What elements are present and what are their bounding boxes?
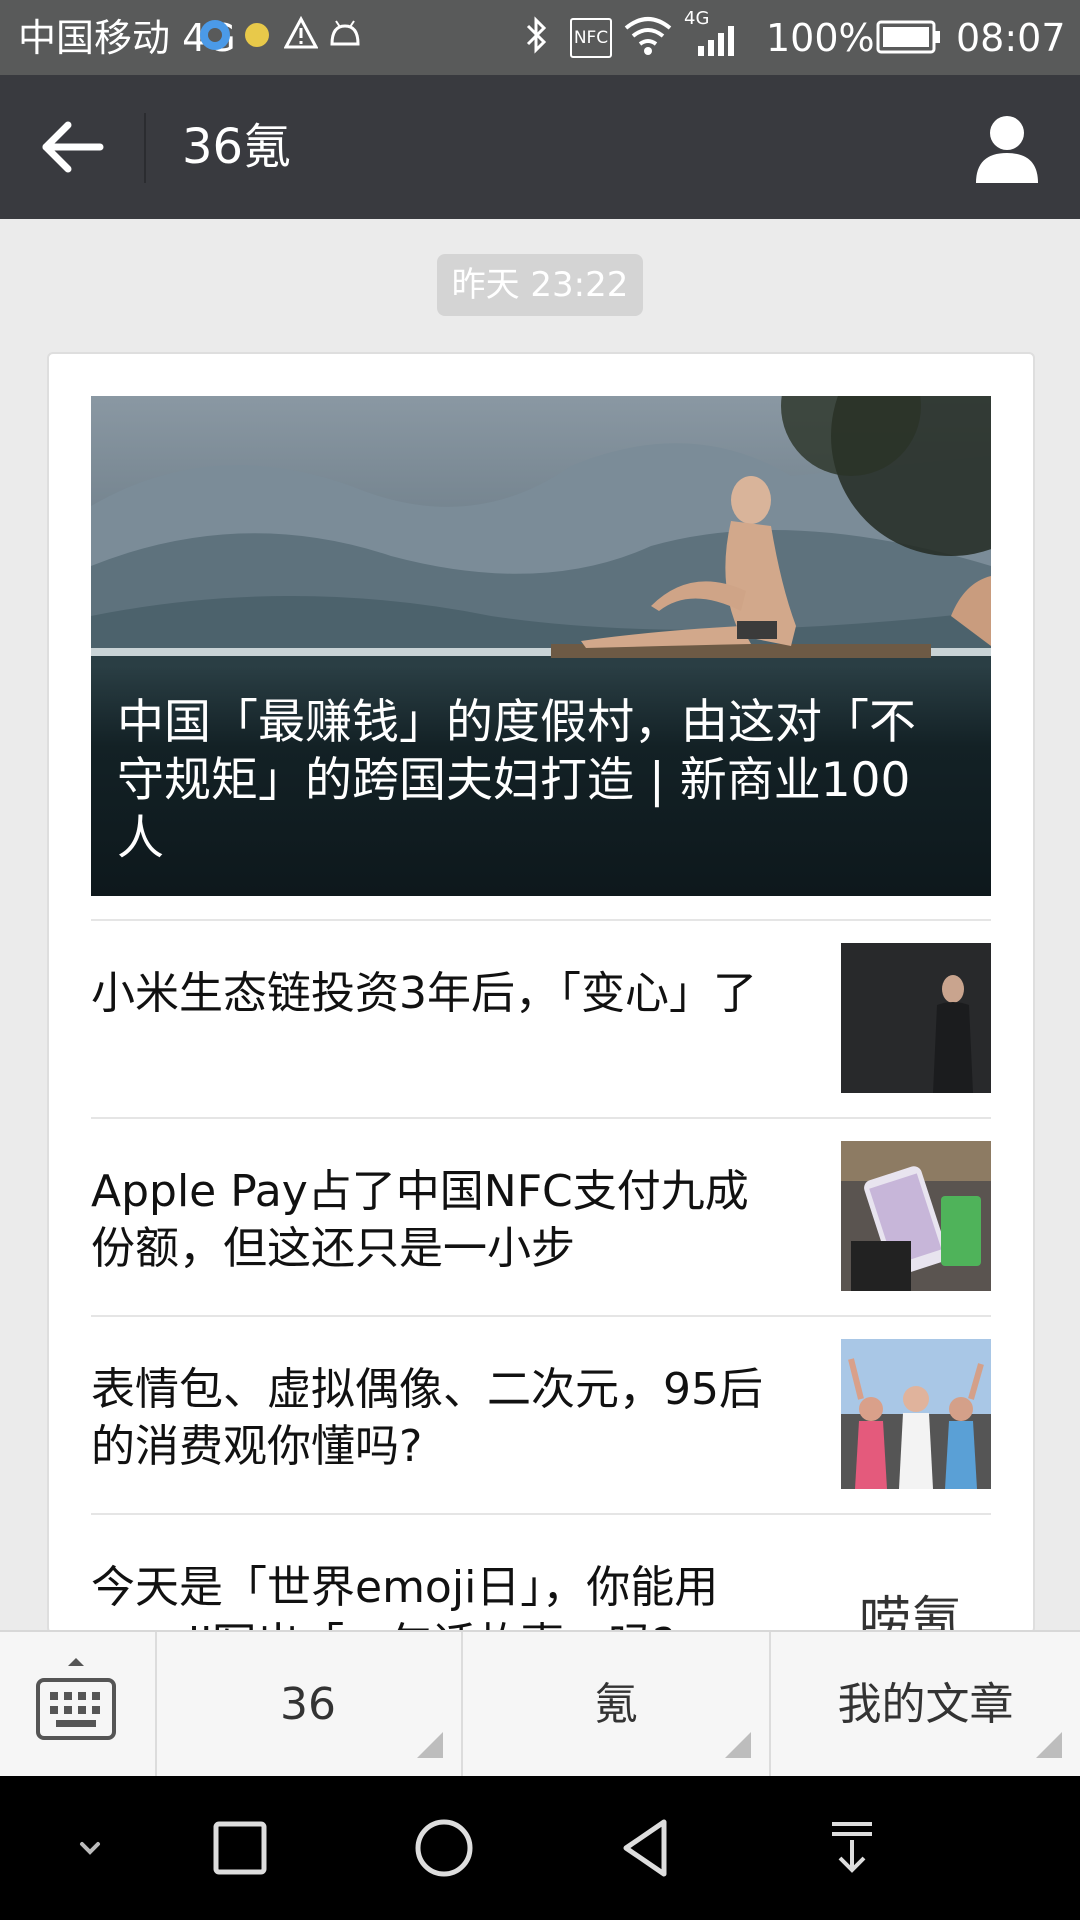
article-thumbnail bbox=[841, 1339, 991, 1489]
menu-button-36[interactable]: 36 bbox=[155, 1632, 463, 1778]
title-bar: 36氪 bbox=[0, 75, 1080, 219]
menu-label: 氪 bbox=[594, 1679, 638, 1730]
article-title: Apple Pay占了中国NFC支付九成份额，但这还只是一小步 bbox=[91, 1166, 749, 1274]
arrow-left-icon[interactable] bbox=[36, 115, 110, 179]
system-nav-bar bbox=[0, 1776, 1080, 1920]
notification-dot-icon bbox=[245, 23, 269, 47]
article-item[interactable]: 表情包、虚拟偶像、二次元，95后的消费观你懂吗? bbox=[91, 1315, 991, 1515]
submenu-corner-icon bbox=[725, 1732, 751, 1758]
triangle-back-icon[interactable] bbox=[612, 1812, 684, 1884]
battery-icon bbox=[876, 20, 940, 54]
square-recents-icon[interactable] bbox=[204, 1812, 276, 1884]
nfc-icon: NFC bbox=[570, 18, 612, 58]
android-debug-icon bbox=[330, 20, 360, 46]
menu-label: 36 bbox=[280, 1679, 336, 1730]
signal-icon bbox=[698, 26, 734, 56]
submenu-corner-icon bbox=[1036, 1732, 1062, 1758]
submenu-corner-icon bbox=[417, 1732, 443, 1758]
wifi-icon bbox=[624, 17, 672, 55]
warning-icon bbox=[284, 16, 318, 49]
status-bar: 中国移动 4G NFC 4G 100% 08:07 bbox=[0, 0, 1080, 75]
message-timestamp: 昨天 23:22 bbox=[437, 254, 643, 316]
notification-pull-icon[interactable] bbox=[816, 1812, 888, 1884]
battery-percent-text: 100% bbox=[766, 16, 875, 60]
menu-button-kr[interactable]: 氪 bbox=[463, 1632, 771, 1778]
menu-button-my-articles[interactable]: 我的文章 bbox=[771, 1632, 1080, 1778]
person-icon[interactable] bbox=[972, 113, 1042, 185]
article-item[interactable]: 小米生态链投资3年后，「变心」了 bbox=[91, 919, 991, 1119]
article-thumbnail bbox=[841, 943, 991, 1093]
article-thumbnail bbox=[841, 1141, 991, 1291]
article-thumbnail: 唠氪 bbox=[841, 1537, 991, 1634]
page-title: 36氪 bbox=[182, 119, 292, 175]
circle-home-icon[interactable] bbox=[408, 1812, 480, 1884]
menu-label: 我的文章 bbox=[837, 1679, 1014, 1730]
article-title: 今天是「世界emoji日」，你能用emoji写出「一句话故事」吗? bbox=[91, 1562, 719, 1632]
article-item[interactable]: Apple Pay占了中国NFC支付九成份额，但这还只是一小步 bbox=[91, 1117, 991, 1317]
title-divider bbox=[144, 113, 146, 183]
hero-article-title: 中国「最赚钱」的度假村，由这对「不守规矩」的跨国夫妇打造 | 新商业100人 bbox=[117, 695, 916, 866]
article-card[interactable]: 中国「最赚钱」的度假村，由这对「不守规矩」的跨国夫妇打造 | 新商业100人 小… bbox=[47, 352, 1035, 1634]
article-item[interactable]: 今天是「世界emoji日」，你能用emoji写出「一句话故事」吗? 唠氪 bbox=[91, 1513, 991, 1634]
article-title: 小米生态链投资3年后，「变心」了 bbox=[91, 968, 757, 1019]
chevron-down-icon[interactable] bbox=[54, 1812, 126, 1884]
keyboard-toggle-button[interactable] bbox=[0, 1632, 157, 1778]
hero-article[interactable]: 中国「最赚钱」的度假村，由这对「不守规矩」的跨国夫妇打造 | 新商业100人 bbox=[91, 396, 991, 896]
thumbnail-text: 唠氪 bbox=[859, 1592, 964, 1634]
bottom-menu: 36 氪 我的文章 bbox=[0, 1630, 1080, 1778]
clock-text: 08:07 bbox=[956, 16, 1066, 60]
bluetooth-icon bbox=[526, 16, 547, 54]
article-title: 表情包、虚拟偶像、二次元，95后的消费观你懂吗? bbox=[91, 1364, 763, 1472]
browser-app-icon bbox=[200, 20, 230, 50]
keyboard-icon bbox=[36, 1658, 116, 1740]
